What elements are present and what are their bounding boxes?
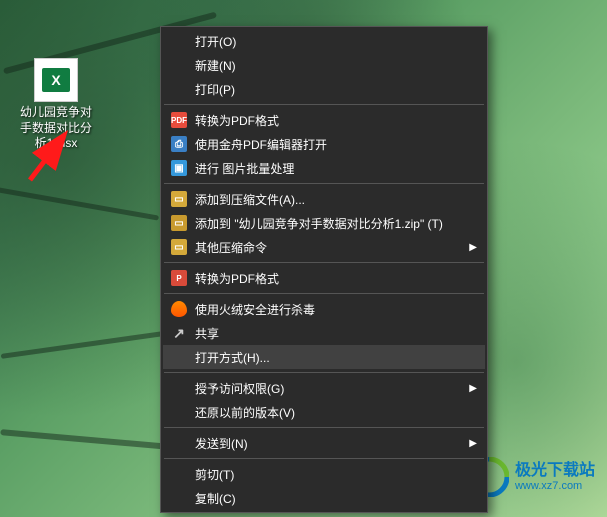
menu-separator [164,458,484,459]
menu-item-label: 发送到(N) [195,435,467,452]
menu-item-label: 复制(C) [195,490,477,507]
menu-item[interactable]: 打开方式(H)... [163,345,485,369]
blank-icon [169,435,189,451]
menu-item[interactable]: 还原以前的版本(V) [163,400,485,424]
submenu-arrow-icon: ▶ [467,242,477,253]
menu-item-label: 转换为PDF格式 [195,112,477,129]
desktop-file-excel[interactable]: X 幼儿园竞争对手数据对比分析1.xlsx [20,58,92,152]
watermark-title: 极光下载站 [515,462,595,480]
menu-item-label: 使用金舟PDF编辑器打开 [195,136,477,153]
menu-item[interactable]: ▣ 进行 图片批量处理 [163,156,485,180]
blank-icon [169,33,189,49]
menu-item[interactable]: 发送到(N)▶ [163,431,485,455]
share-icon: ↗ [169,325,189,341]
zip2-icon: ▭ [169,215,189,231]
blank-icon [169,490,189,506]
menu-item[interactable]: 复制(C) [163,486,485,510]
blank-icon [169,57,189,73]
menu-item-label: 进行 图片批量处理 [195,160,477,177]
menu-item[interactable]: PDF 转换为PDF格式 [163,108,485,132]
menu-item-label: 打印(P) [195,81,477,98]
menu-item-label: 打开(O) [195,33,477,50]
menu-separator [164,372,484,373]
menu-separator [164,293,484,294]
menu-item[interactable]: 打印(P) [163,77,485,101]
menu-separator [164,427,484,428]
menu-item-label: 添加到 "幼儿园竞争对手数据对比分析1.zip" (T) [195,215,477,232]
menu-item[interactable]: ↗ 共享 [163,321,485,345]
menu-separator [164,104,484,105]
menu-item[interactable]: 授予访问权限(G)▶ [163,376,485,400]
file-label: 幼儿园竞争对手数据对比分析1.xlsx [20,105,92,152]
submenu-arrow-icon: ▶ [467,438,477,449]
menu-item[interactable]: ▭ 其他压缩命令▶ [163,235,485,259]
menu-item-label: 还原以前的版本(V) [195,404,477,421]
blank-icon [169,404,189,420]
menu-item[interactable]: 剪切(T) [163,462,485,486]
menu-item[interactable]: ⎙ 使用金舟PDF编辑器打开 [163,132,485,156]
img-icon: ▣ [169,160,189,176]
menu-item-label: 授予访问权限(G) [195,380,467,397]
menu-item-label: 使用火绒安全进行杀毒 [195,301,477,318]
menu-item-label: 添加到压缩文件(A)... [195,191,477,208]
context-menu: 打开(O) 新建(N) 打印(P) PDF 转换为PDF格式 ⎙ 使用金舟PDF编辑器打开 ▣… [160,26,488,513]
menu-item-label: 转换为PDF格式 [195,270,477,287]
zip-icon: ▭ [169,239,189,255]
menu-item-label: 共享 [195,325,477,342]
menu-item[interactable]: 新建(N) [163,53,485,77]
menu-item[interactable]: ▭ 添加到 "幼儿园竞争对手数据对比分析1.zip" (T) [163,211,485,235]
blank-icon [169,380,189,396]
zip-icon: ▭ [169,191,189,207]
watermark-url: www.xz7.com [515,480,595,492]
menu-separator [164,183,484,184]
menu-item[interactable]: ▭ 添加到压缩文件(A)... [163,187,485,211]
menu-separator [164,262,484,263]
blue-icon: ⎙ [169,136,189,152]
blank-icon [169,466,189,482]
submenu-arrow-icon: ▶ [467,383,477,394]
shield-icon [169,301,189,317]
menu-item[interactable]: 使用火绒安全进行杀毒 [163,297,485,321]
blank-icon [169,81,189,97]
menu-item-label: 剪切(T) [195,466,477,483]
menu-item-label: 新建(N) [195,57,477,74]
menu-item[interactable]: P 转换为PDF格式 [163,266,485,290]
menu-item-label: 其他压缩命令 [195,239,467,256]
menu-item[interactable]: 打开(O) [163,29,485,53]
pdf2-icon: P [169,270,189,286]
excel-file-icon: X [34,58,78,102]
blank-icon [169,349,189,365]
pdf-icon: PDF [169,112,189,128]
menu-item-label: 打开方式(H)... [195,349,477,366]
